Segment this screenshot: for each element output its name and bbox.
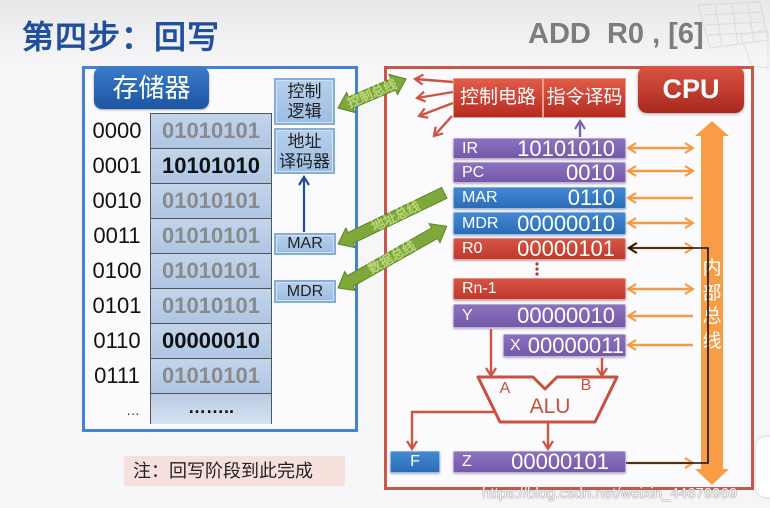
- decorative-sketch: [697, 1, 769, 69]
- watermark: https://blog.csdn.net/weixin_44679969: [482, 485, 738, 502]
- control-circuit: 控制电路: [453, 78, 543, 118]
- register-value: 00000010: [517, 303, 615, 328]
- register-name: F: [410, 453, 420, 470]
- instruction-text: ADD R0 , [6]: [528, 18, 704, 50]
- register-name: Y: [462, 307, 473, 324]
- memory-address-decoder-line: 地址: [287, 132, 322, 151]
- memory-address: 0100: [92, 258, 142, 283]
- memory-cell-ellipsis: ……..: [150, 393, 272, 424]
- register-name: IR: [462, 139, 478, 157]
- memory-address: 0101: [92, 293, 142, 318]
- memory-cell: 01010101: [150, 253, 272, 288]
- memory-cell: 01010101: [150, 113, 272, 148]
- register-z: Z 00000101: [453, 451, 626, 473]
- memory-control-logic-line: 逻辑: [287, 102, 322, 121]
- register-name: X: [510, 336, 521, 354]
- memory-mdr: MDR: [274, 280, 336, 303]
- register-value: 0010: [566, 159, 615, 185]
- register-value: 00000101: [517, 236, 615, 261]
- register-value: 0110: [567, 185, 615, 210]
- memory-address: 0000: [92, 118, 142, 143]
- memory-control-logic-line: 控制: [287, 82, 322, 101]
- register-ir: IR 10101010: [453, 135, 626, 161]
- register-value: 00000011: [527, 332, 624, 358]
- memory-cell: 01010101: [150, 218, 272, 253]
- memory-cell: 01010101: [150, 358, 272, 393]
- memory-address-decoder: 地址 译码器: [274, 128, 335, 174]
- memory-address-ellipsis: …: [126, 402, 140, 418]
- instruction-decoder: 指令译码: [543, 78, 626, 118]
- register-name: Rn-1: [462, 280, 497, 297]
- memory-cell: 01010101: [150, 183, 272, 218]
- register-name: Z: [462, 453, 472, 470]
- memory-address: 0111: [94, 363, 140, 388]
- corner-widget[interactable]: [756, 437, 770, 497]
- slide-title: 第四步：回写: [22, 19, 221, 55]
- register-x: X 00000011: [503, 334, 626, 357]
- memory-control-logic: 控制 逻辑: [274, 78, 335, 125]
- memory-cell: 10101010: [150, 148, 272, 183]
- memory-address-decoder-line: 译码器: [279, 152, 330, 171]
- register-r0: R0 00000101: [453, 238, 626, 260]
- register-mdr: MDR 00000010: [453, 212, 626, 235]
- register-name: PC: [462, 163, 485, 181]
- register-rn-1: Rn-1: [453, 278, 626, 300]
- register-value: 00000010: [517, 210, 615, 236]
- memory-label: 存储器: [94, 67, 209, 109]
- register-f: F: [390, 451, 440, 473]
- register-value: 10101010: [517, 135, 615, 161]
- memory-address: 0010: [92, 188, 142, 213]
- register-mar: MAR 0110: [453, 187, 626, 209]
- register-y: Y 00000010: [453, 304, 626, 328]
- memory-address: 0001: [92, 153, 142, 178]
- register-name: R0: [462, 240, 483, 257]
- memory-mar: MAR: [274, 233, 336, 255]
- memory-cell: 00000010: [150, 323, 272, 358]
- memory-cell: 01010101: [150, 288, 272, 323]
- memory-address: 0011: [93, 223, 141, 248]
- register-pc: PC 0010: [453, 159, 626, 185]
- note-text: 注：回写阶段到此完成: [124, 456, 345, 486]
- register-name: MDR: [462, 214, 499, 232]
- register-value: 00000101: [511, 449, 609, 474]
- memory-address: 0110: [93, 328, 141, 353]
- register-name: MAR: [462, 189, 498, 206]
- cpu-label: CPU: [638, 66, 744, 113]
